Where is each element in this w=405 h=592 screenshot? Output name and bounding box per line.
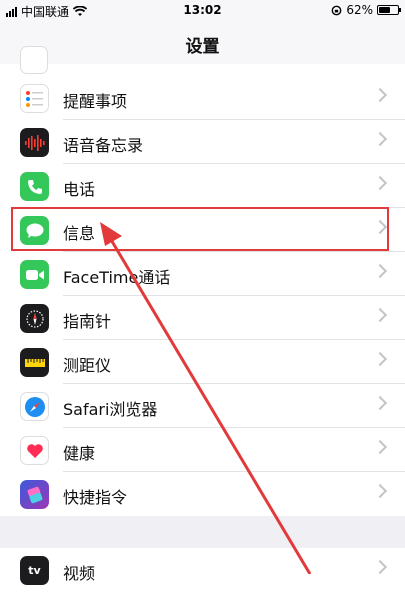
annotation-arrow-icon <box>100 222 312 574</box>
